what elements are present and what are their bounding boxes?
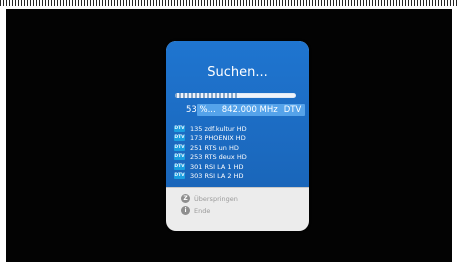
channel-name: 303 RSI LA 2 HD xyxy=(190,172,244,181)
list-item: DTV 135 zdf.kultur HD xyxy=(174,124,304,134)
end-action[interactable]: i Ende xyxy=(181,206,210,215)
list-item: DTV 173 PHOENIX HD xyxy=(174,134,304,144)
tv-screen: Suchen... 53 %... 842.000 MHz DTV DTV 135 … xyxy=(6,9,452,262)
dtv-badge: DTV xyxy=(174,173,185,180)
channel-name: 135 zdf.kultur HD xyxy=(190,124,247,133)
channel-name: 253 RTS deux HD xyxy=(190,153,247,162)
skip-label: Überspringen xyxy=(194,194,238,203)
status-frequency: 842.000 MHz xyxy=(221,105,278,115)
list-item: DTV 251 RTS un HD xyxy=(174,143,304,153)
skip-action[interactable]: Z Überspringen xyxy=(181,194,238,203)
search-progress-fill xyxy=(175,93,240,98)
top-border xyxy=(0,0,457,6)
dtv-badge: DTV xyxy=(174,154,185,161)
status-mode: DTV xyxy=(283,105,302,115)
channel-name: 251 RTS un HD xyxy=(190,143,239,152)
dtv-badge: DTV xyxy=(174,135,185,142)
end-label: Ende xyxy=(194,206,211,215)
channel-search-dialog: Suchen... 53 %... 842.000 MHz DTV DTV 135 … xyxy=(166,41,309,231)
search-status: 53 %... 842.000 MHz DTV xyxy=(186,104,301,116)
footer-divider xyxy=(166,187,309,188)
channel-name: 173 PHOENIX HD xyxy=(190,134,246,143)
status-percent: 53 %... xyxy=(186,105,216,115)
search-progress-bar xyxy=(175,93,296,98)
found-channel-list: DTV 135 zdf.kultur HD DTV 173 PHOENIX HD… xyxy=(174,124,304,181)
dtv-badge: DTV xyxy=(174,125,185,132)
z-key-icon: Z xyxy=(181,194,190,203)
dialog-title: Suchen... xyxy=(207,65,268,80)
list-item: DTV 301 RSI LA 1 HD xyxy=(174,162,304,172)
dtv-badge: DTV xyxy=(174,144,185,151)
dialog-header-panel: Suchen... 53 %... 842.000 MHz DTV DTV 135 … xyxy=(166,41,309,187)
channel-name: 301 RSI LA 1 HD xyxy=(190,162,244,171)
dtv-badge: DTV xyxy=(174,163,185,170)
list-item: DTV 303 RSI LA 2 HD xyxy=(174,172,304,182)
info-key-icon: i xyxy=(181,206,190,215)
list-item: DTV 253 RTS deux HD xyxy=(174,153,304,163)
